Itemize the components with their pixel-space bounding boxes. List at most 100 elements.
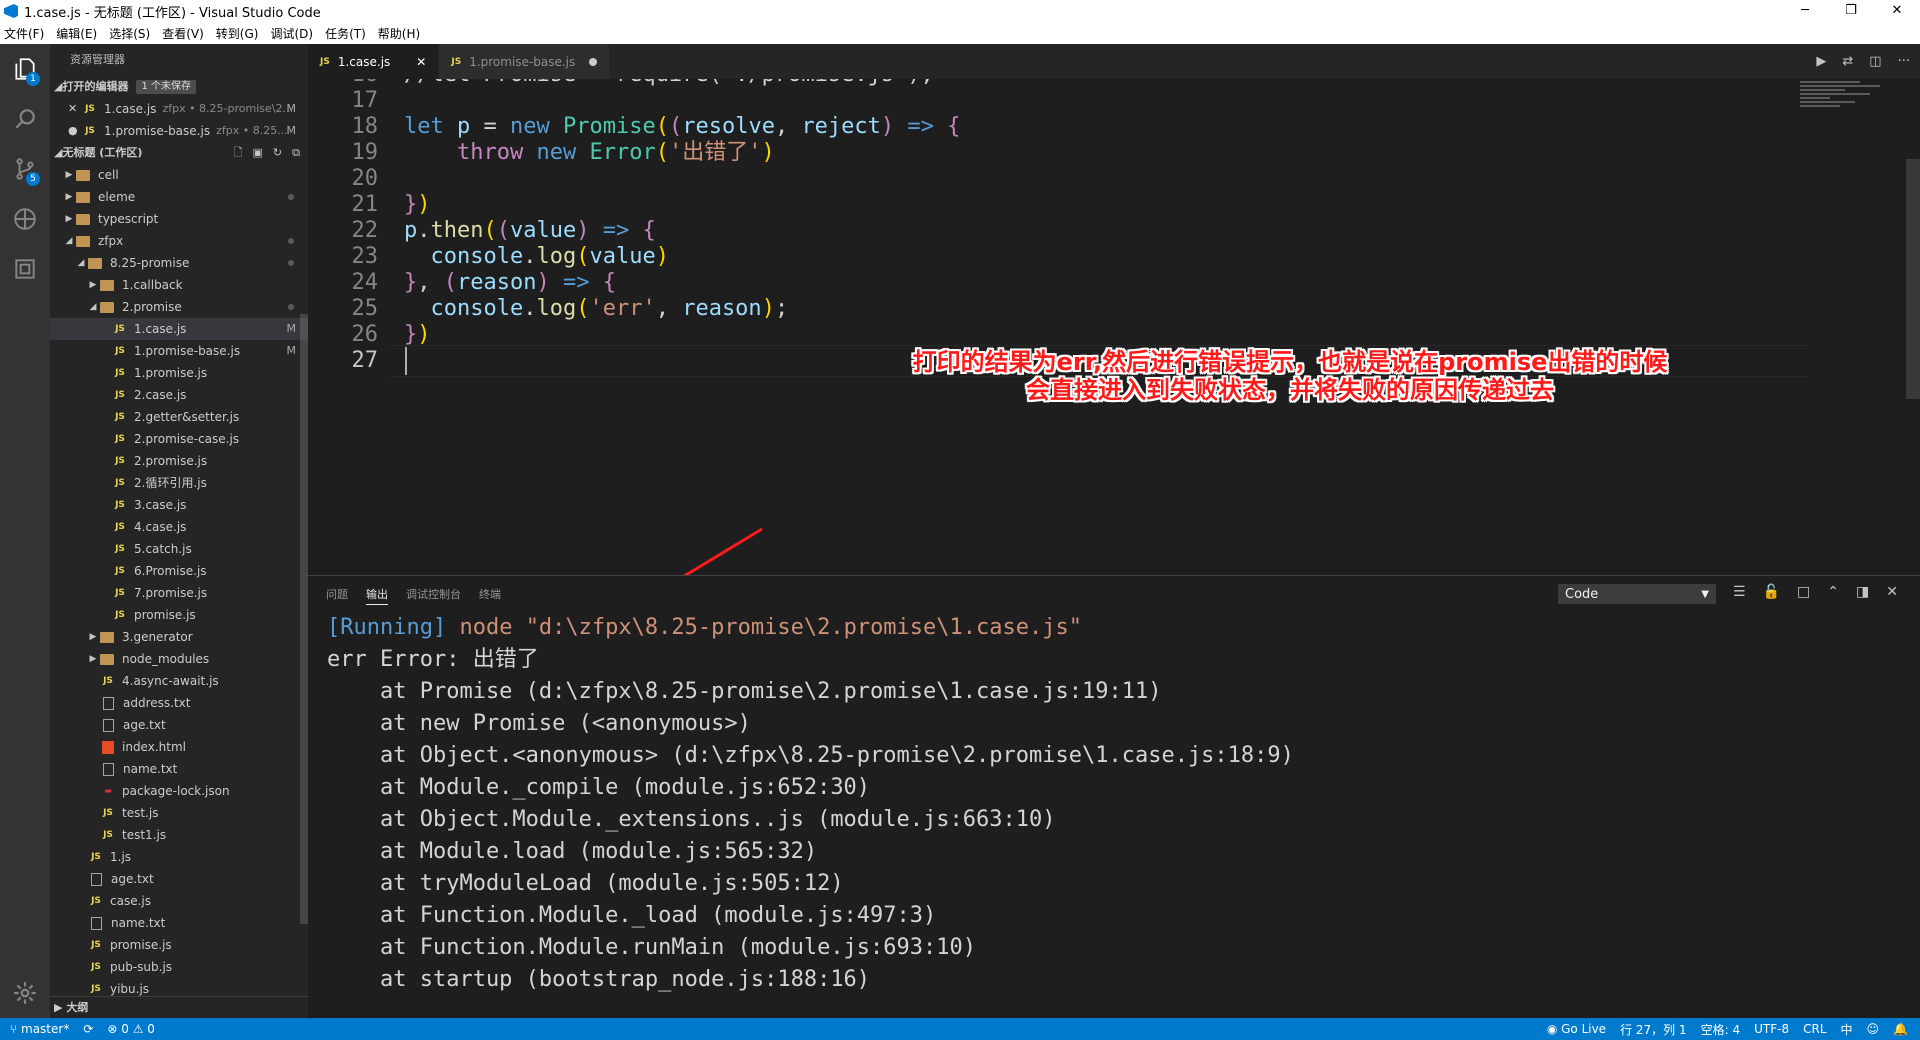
tree-file[interactable]: JS 1.promise-base.js M [50,340,308,362]
code-editor[interactable]: 16//let Promise = require('./promise.js'… [308,79,1920,575]
tree-file[interactable]: JS promise.js [50,604,308,626]
tree-file[interactable]: JS 2.promise-case.js [50,428,308,450]
explorer-icon[interactable]: 1 [0,44,50,94]
problems-count[interactable]: ⊗ 0 ⚠ 0 [107,1022,155,1036]
tree-file[interactable]: JS 6.Promise.js [50,560,308,582]
clear-output-icon[interactable]: ☰ [1733,584,1746,600]
close-editor-icon[interactable]: ✕ [68,98,82,120]
tree-folder[interactable]: ◢ zfpx [50,230,308,252]
tab-1-case-js[interactable]: JS 1.case.js ✕ [308,44,440,79]
lock-scroll-icon[interactable]: 🔓 [1763,584,1780,600]
tree-folder[interactable]: ▶ typescript [50,208,308,230]
new-file-icon[interactable]: 🗋 [234,142,243,164]
menu-item[interactable]: 编辑(E) [56,25,97,42]
tree-folder[interactable]: ◢ 2.promise [50,296,308,318]
indentation[interactable]: 空格: 4 [1701,1021,1741,1038]
tab-1-promise-base-js[interactable]: JS 1.promise-base.js [439,44,611,79]
open-editor-item[interactable]: ● JS 1.promise-base.js zfpx • 8.25... M [50,120,308,142]
open-changes-icon[interactable]: ⇄ [1842,54,1853,69]
tree-file[interactable]: JS 2.case.js [50,384,308,406]
tree-file[interactable]: JS test1.js [50,824,308,846]
menu-item[interactable]: 文件(F) [4,25,44,42]
tree-file[interactable]: JS 2.循环引用.js [50,472,308,494]
panel-tab[interactable]: 调试控制台 [406,586,461,605]
tree-file[interactable]: JS 4.async-await.js [50,670,308,692]
split-editor-icon[interactable]: ◫ [1869,54,1881,69]
menu-item[interactable]: 选择(S) [109,25,150,42]
panel-tab[interactable]: 问题 [326,586,348,605]
tree-file[interactable]: JS 5.catch.js [50,538,308,560]
refresh-icon[interactable]: ↻ [273,142,282,164]
ime-indicator[interactable]: 中 [1841,1021,1853,1038]
extensions-icon[interactable] [0,244,50,294]
tree-file[interactable]: name.txt [50,758,308,780]
notifications-bell-icon[interactable]: 🔔 [1893,1022,1908,1036]
tree-file[interactable]: JS promise.js [50,934,308,956]
tree-file[interactable]: JS 7.promise.js [50,582,308,604]
git-branch[interactable]: ⑂ master* [10,1022,69,1036]
panel-layout-icon[interactable]: ◨ [1856,584,1869,600]
tree-file[interactable]: JS test.js [50,802,308,824]
minimap[interactable] [1800,79,1900,139]
panel-tab[interactable]: 输出 [366,586,388,605]
tree-item-label: promise.js [134,608,196,622]
tree-file[interactable]: JS pub-sub.js [50,956,308,978]
unsaved-dot-icon[interactable] [589,57,598,66]
end-of-line[interactable]: CRL [1803,1022,1826,1036]
tree-file[interactable]: JS 1.case.js M [50,318,308,340]
menu-item[interactable]: 任务(T) [325,25,366,42]
tree-file[interactable]: name.txt [50,912,308,934]
tree-file[interactable]: JS 2.promise.js [50,450,308,472]
workspace-header[interactable]: ◢ 无标题 (工作区) 🗋 ▣ ↻ ⧉ [50,142,308,164]
output-channel-select[interactable]: Code ▼ [1558,584,1716,604]
menu-item[interactable]: 帮助(H) [378,25,420,42]
open-editors-header[interactable]: ◢ 打开的编辑器 1 个未保存 [50,76,308,98]
tree-file[interactable]: age.txt [50,714,308,736]
tree-file[interactable]: ▬ package-lock.json [50,780,308,802]
tree-folder[interactable]: ▶ cell [50,164,308,186]
tree-file[interactable]: index.html [50,736,308,758]
tree-folder[interactable]: ▶ node_modules [50,648,308,670]
outline-header[interactable]: ▶ 大纲 [50,996,308,1018]
tree-folder[interactable]: ◢ 8.25-promise [50,252,308,274]
tree-file[interactable]: JS 1.js [50,846,308,868]
settings-gear-icon[interactable] [0,968,50,1018]
search-icon[interactable] [0,94,50,144]
panel-tab[interactable]: 终端 [479,586,501,605]
encoding[interactable]: UTF-8 [1754,1022,1789,1036]
tree-file[interactable]: JS case.js [50,890,308,912]
tree-file[interactable]: JS 4.case.js [50,516,308,538]
new-folder-icon[interactable]: ▣ [253,142,263,164]
go-live-button[interactable]: ◉ Go Live [1547,1022,1606,1036]
feedback-smiley-icon[interactable]: ☺ [1867,1022,1880,1036]
close-tab-icon[interactable]: ✕ [416,55,426,69]
stop-icon[interactable]: □ [1797,584,1810,600]
maximize-panel-icon[interactable]: ⌃ [1827,584,1839,600]
tree-file[interactable]: age.txt [50,868,308,890]
menu-item[interactable]: 转到(G) [216,25,259,42]
editor-scrollbar[interactable] [1906,159,1920,399]
close-window-button[interactable]: ✕ [1874,0,1920,22]
minimize-button[interactable]: ─ [1782,0,1828,22]
menu-item[interactable]: 调试(D) [270,25,313,42]
collapse-all-icon[interactable]: ⧉ [292,142,300,164]
maximize-button[interactable]: ❐ [1828,0,1874,22]
cursor-position[interactable]: 行 27，列 1 [1620,1021,1687,1038]
sync-icon[interactable]: ⟳ [83,1022,93,1036]
tree-file[interactable]: JS 2.getter&setter.js [50,406,308,428]
more-actions-icon[interactable]: ··· [1898,54,1910,69]
close-editor-icon[interactable]: ● [68,120,82,142]
tree-file[interactable]: address.txt [50,692,308,714]
tree-file[interactable]: JS 3.case.js [50,494,308,516]
sidebar-scrollbar[interactable] [300,314,308,924]
close-panel-icon[interactable]: ✕ [1886,584,1898,600]
tree-file[interactable]: JS 1.promise.js [50,362,308,384]
tree-folder[interactable]: ▶ 1.callback [50,274,308,296]
menu-item[interactable]: 查看(V) [162,25,204,42]
tree-folder[interactable]: ▶ 3.generator [50,626,308,648]
tree-folder[interactable]: ▶ eleme [50,186,308,208]
debug-icon[interactable] [0,194,50,244]
run-code-icon[interactable]: ▶ [1816,54,1826,69]
open-editor-item[interactable]: ✕ JS 1.case.js zfpx • 8.25-promise\2... M [50,98,308,120]
source-control-icon[interactable]: 5 [0,144,50,194]
